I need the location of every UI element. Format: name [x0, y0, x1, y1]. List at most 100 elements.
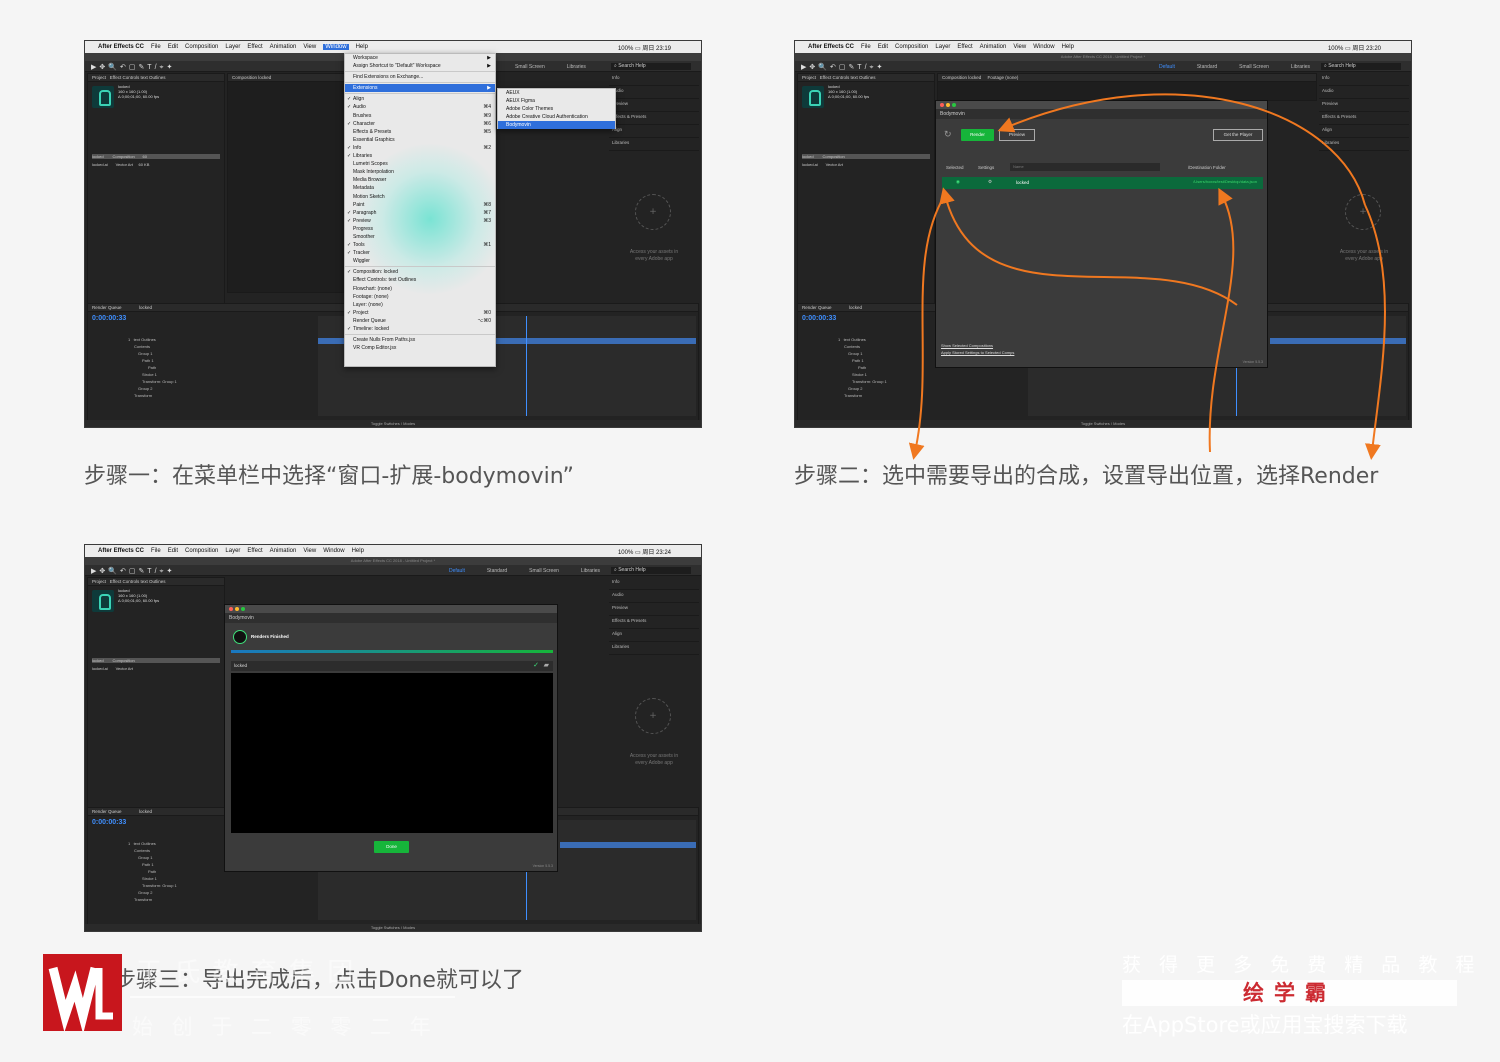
window-menu-item[interactable]: Lumetri Scopes [345, 160, 495, 168]
timecode[interactable]: 0:00:00:33 [92, 315, 126, 322]
show-selected-link[interactable]: Show Selected Compositions [941, 343, 993, 348]
menu-effect[interactable]: Effect [957, 44, 972, 50]
ext-aeux[interactable]: AEUX [498, 89, 615, 97]
panel-info[interactable]: Info [609, 577, 699, 590]
destination-path[interactable]: /Users/hoxxs/test/Desktop/data.json [1193, 179, 1257, 184]
panel-preview[interactable]: Preview [1319, 99, 1409, 112]
layer-bar[interactable] [560, 842, 696, 848]
menu-app-name[interactable]: After Effects CC [98, 44, 144, 50]
window-menu-item[interactable]: Wiggler [345, 257, 495, 265]
panel-libraries[interactable]: Libraries [1319, 138, 1409, 151]
menu-layer[interactable]: Layer [225, 548, 240, 554]
window-menu-item[interactable]: Metadata [345, 184, 495, 192]
project-item-locked-ai[interactable]: locked.ai Vector Art [802, 162, 843, 167]
project-tab[interactable]: Project Effect Controls text Outlines [798, 74, 934, 82]
ws-default[interactable]: Default [1159, 64, 1175, 70]
panel-preview[interactable]: Preview [609, 603, 699, 616]
menu-composition[interactable]: Composition [895, 44, 928, 50]
project-item-locked-ai[interactable]: locked.ai Vector Art [92, 666, 133, 671]
search-help-input[interactable]: ⌕ Search Help [611, 63, 691, 70]
composition-tab[interactable]: Composition locked Footage (none) [938, 74, 1316, 82]
menu-edit[interactable]: Edit [878, 44, 888, 50]
project-item-locked[interactable]: locked Composition [92, 658, 220, 663]
minimize-dot-icon[interactable] [235, 607, 239, 611]
menu-window[interactable]: Window [1033, 44, 1054, 50]
toggle-switches[interactable]: Toggle Switches / Modes [85, 924, 701, 931]
layer-row[interactable]: 1 text Outlines [838, 336, 887, 343]
window-menu-item[interactable]: ✓ Paragraph ⌘7 [345, 209, 495, 217]
window-menu-item[interactable]: ✓ Info ⌘2 [345, 144, 495, 152]
add-asset-icon[interactable]: + [635, 194, 671, 230]
ws-small-screen[interactable]: Small Screen [529, 568, 559, 574]
menu-animation[interactable]: Animation [270, 44, 297, 50]
composition-tab[interactable]: Composition locked [228, 74, 344, 82]
ext-cc-auth[interactable]: Adobe Creative Cloud Authentication [498, 113, 615, 121]
window-menu-item[interactable]: Layer: (none) [345, 301, 495, 309]
zoom-dot-icon[interactable] [241, 607, 245, 611]
window-menu-item[interactable]: Effects & Presets ⌘5 [345, 128, 495, 136]
settings-icon[interactable]: ⚙ [988, 179, 992, 185]
name-filter-input[interactable]: Name [1010, 163, 1160, 171]
window-menu-item[interactable]: Media Browser [345, 176, 495, 184]
menu-help[interactable]: Help [356, 44, 368, 50]
window-menu-item[interactable]: Paint ⌘8 [345, 201, 495, 209]
panel-align[interactable]: Align [609, 125, 699, 138]
menu-file[interactable]: File [861, 44, 871, 50]
window-menu-item[interactable]: VR Comp Editor.jsx [345, 344, 495, 352]
project-tab[interactable]: Project Effect Controls text Outlines [88, 74, 224, 82]
menu-animation[interactable]: Animation [270, 548, 297, 554]
window-menu-item[interactable]: Effect Controls: text Outlines [345, 276, 495, 284]
toggle-switches[interactable]: Toggle Switches / Modes [795, 420, 1411, 427]
window-menu-item[interactable]: Assign Shortcut to "Default" Workspace ▶ [345, 62, 495, 70]
window-menu-item[interactable]: Smoother [345, 233, 495, 241]
window-menu-item[interactable]: Brushes ⌘9 [345, 112, 495, 120]
folder-icon[interactable]: ▰ [544, 661, 549, 669]
menu-effect[interactable]: Effect [247, 548, 262, 554]
panel-align[interactable]: Align [609, 629, 699, 642]
ws-standard[interactable]: Standard [1197, 64, 1217, 70]
panel-audio[interactable]: Audio [609, 590, 699, 603]
window-menu-item[interactable]: Progress [345, 225, 495, 233]
menu-edit[interactable]: Edit [168, 548, 178, 554]
panel-libraries[interactable]: Libraries [609, 642, 699, 655]
window-menu-item[interactable]: ✓ Tools ⌘1 [345, 241, 495, 249]
panel-libraries[interactable]: Libraries [609, 138, 699, 151]
refresh-icon[interactable]: ↻ [944, 129, 952, 140]
menu-view[interactable]: View [303, 548, 316, 554]
zoom-dot-icon[interactable] [952, 103, 956, 107]
preview-button[interactable]: Preview [999, 129, 1035, 141]
tool-icons[interactable]: ▶✥🔍↶▢✎T/⌖✦ [91, 567, 175, 576]
window-menu-item[interactable]: ✓ Tracker [345, 249, 495, 257]
search-help-input[interactable]: ⌕ Search Help [611, 567, 691, 574]
window-menu-item[interactable]: ✓ Timeline: locked [345, 325, 495, 333]
ws-libraries[interactable]: Libraries [581, 568, 600, 574]
panel-info[interactable]: Info [609, 73, 699, 86]
menu-file[interactable]: File [151, 548, 161, 554]
layer-row[interactable]: 1 text Outlines [128, 336, 177, 343]
done-button[interactable]: Done [374, 841, 409, 853]
panel-info[interactable]: Info [1319, 73, 1409, 86]
menu-composition[interactable]: Composition [185, 44, 218, 50]
menu-composition[interactable]: Composition [185, 548, 218, 554]
tool-icons[interactable]: ▶✥🔍↶▢✎T/⌖✦ [801, 63, 885, 72]
menu-layer[interactable]: Layer [225, 44, 240, 50]
add-asset-icon[interactable]: + [1345, 194, 1381, 230]
window-menu-item[interactable]: ✓ Project ⌘0 [345, 309, 495, 317]
toggle-switches[interactable]: Toggle Switches / Modes [85, 420, 701, 427]
window-menu-item[interactable]: ✓ Libraries [345, 152, 495, 160]
window-menu-item[interactable]: Footage: (none) [345, 293, 495, 301]
timecode[interactable]: 0:00:00:33 [92, 819, 126, 826]
panel-align[interactable]: Align [1319, 125, 1409, 138]
menu-animation[interactable]: Animation [980, 44, 1007, 50]
get-player-button[interactable]: Get the Player [1213, 129, 1263, 141]
menu-window[interactable]: Window [323, 44, 349, 50]
render-button[interactable]: Render [961, 129, 994, 141]
selected-radio-icon[interactable]: ◉ [956, 179, 960, 185]
ws-standard[interactable]: Standard [487, 568, 507, 574]
search-help-input[interactable]: ⌕ Search Help [1321, 63, 1401, 70]
ext-color-themes[interactable]: Adobe Color Themes [498, 105, 615, 113]
close-dot-icon[interactable] [940, 103, 944, 107]
window-menu-item[interactable]: Render Queue ⌥⌘0 [345, 317, 495, 325]
close-dot-icon[interactable] [229, 607, 233, 611]
window-menu-item[interactable]: Essential Graphics [345, 136, 495, 144]
